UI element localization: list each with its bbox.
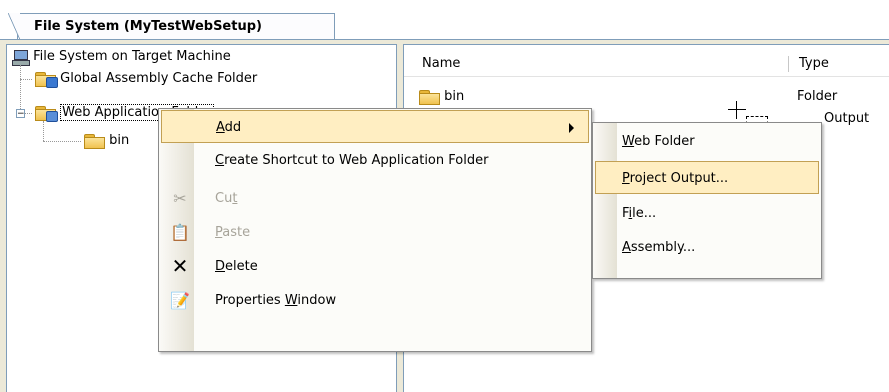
gac-folder-icon [34, 71, 58, 88]
menu-item-properties-window[interactable]: 📝 Properties Window [161, 284, 589, 317]
context-menu: Add Create Shortcut to Web Application F… [158, 108, 592, 352]
submenu-item-file[interactable]: File... [595, 197, 819, 230]
menu-item-label: File... [622, 206, 657, 221]
menu-item-paste[interactable]: 📋 Paste [161, 216, 589, 249]
tree-root-label: File System on Target Machine [33, 49, 231, 64]
tree-line [20, 65, 21, 113]
tree-root[interactable]: File System on Target Machine [11, 47, 231, 67]
menu-item-label: Assembly... [622, 240, 696, 255]
tab-title: File System (MyTestWebSetup) [34, 19, 262, 34]
tree-line [20, 79, 32, 80]
menu-item-create-shortcut[interactable]: Create Shortcut to Web Application Folde… [161, 144, 589, 177]
tree-line [25, 113, 32, 114]
menu-item-label: Add [216, 120, 242, 135]
menu-item-label: Delete [215, 259, 258, 274]
submenu-arrow-icon [569, 123, 574, 133]
column-header-name[interactable]: Name [422, 52, 460, 76]
menu-item-label: Paste [215, 225, 251, 240]
menu-item-label: Create Shortcut to Web Application Folde… [215, 153, 489, 168]
tree-item-label: Global Assembly Cache Folder [60, 71, 258, 86]
tree-item-label: bin [109, 133, 130, 148]
computer-icon [11, 49, 30, 66]
tree-line [43, 121, 44, 141]
submenu-item-assembly[interactable]: Assembly... [595, 231, 819, 264]
tree-line [43, 141, 81, 142]
web-folder-icon [34, 105, 58, 122]
menu-item-label: Web Folder [622, 134, 695, 149]
column-separator[interactable] [788, 56, 789, 72]
list-row[interactable]: bin [418, 87, 464, 107]
properties-icon: 📝 [170, 291, 190, 310]
crosshair-cursor-icon [728, 101, 746, 119]
tree-item-gac[interactable]: Global Assembly Cache Folder [34, 69, 257, 89]
collapse-icon[interactable]: − [16, 109, 25, 119]
menu-item-delete[interactable]: ✕ Delete [161, 250, 589, 283]
tab-file-system[interactable]: File System (MyTestWebSetup) [8, 13, 335, 40]
delete-icon: ✕ [171, 254, 189, 278]
menu-item-add[interactable]: Add [161, 110, 589, 143]
row-type: Output [824, 111, 870, 126]
folder-icon [83, 133, 105, 149]
list-header: Name Type [404, 52, 889, 77]
document-tab-strip: File System (MyTestWebSetup) [0, 0, 889, 41]
column-header-type[interactable]: Type [799, 52, 829, 76]
row-name: bin [444, 89, 465, 104]
menu-item-label: Cut [215, 191, 238, 206]
tree-item-bin[interactable]: bin [83, 131, 129, 151]
submenu-item-project-output[interactable]: Project Output... [595, 161, 819, 194]
row-type: Folder [797, 89, 838, 104]
menu-item-cut[interactable]: ✂ Cut [161, 182, 589, 215]
folder-icon [418, 89, 440, 105]
scissors-icon: ✂ [173, 189, 187, 208]
add-submenu: Web Folder Project Output... File... Ass… [592, 122, 822, 279]
submenu-item-web-folder[interactable]: Web Folder [595, 125, 819, 158]
menu-item-label: Project Output... [622, 171, 729, 186]
menu-item-label: Properties Window [215, 293, 337, 308]
paste-icon: 📋 [170, 223, 190, 242]
